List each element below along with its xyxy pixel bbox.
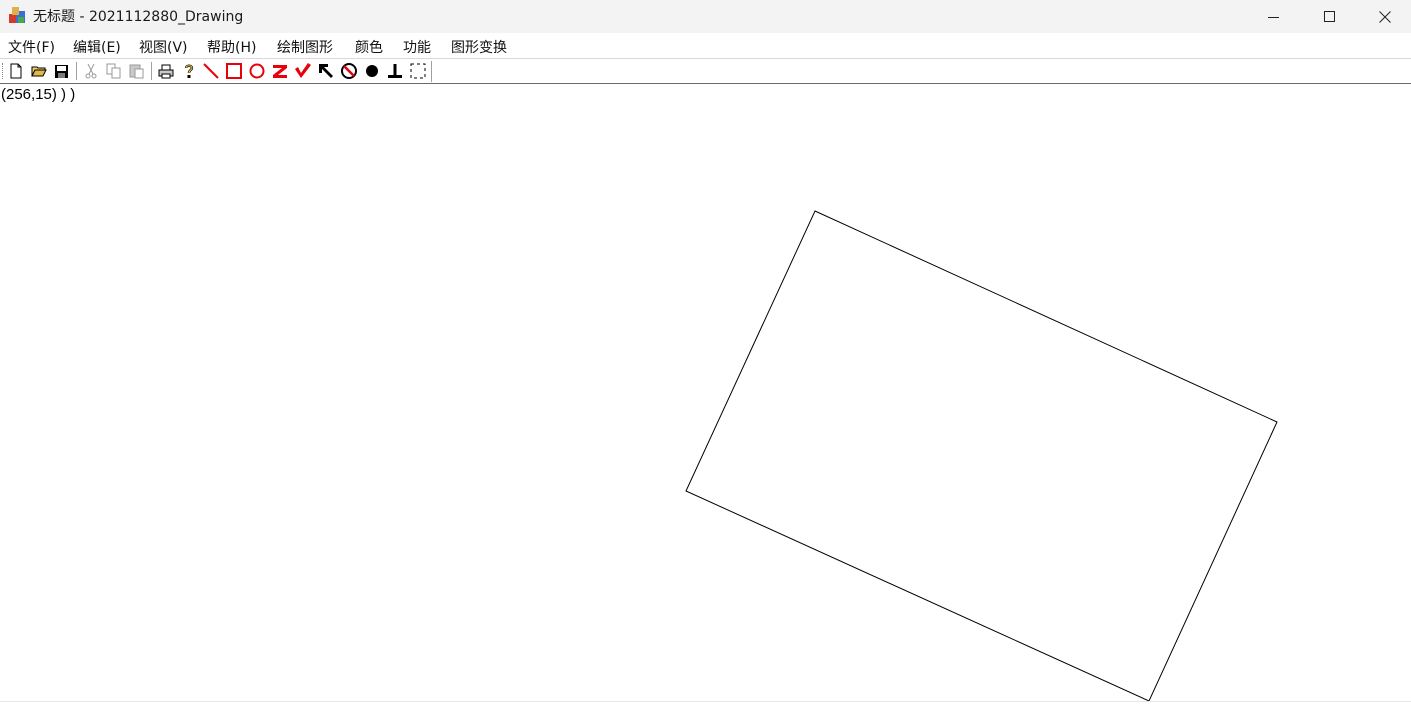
save-button[interactable] — [51, 61, 71, 81]
print-button[interactable] — [156, 61, 176, 81]
draw-rectangle-icon — [226, 63, 242, 79]
print-icon — [158, 64, 174, 78]
copy-button[interactable] — [104, 61, 124, 81]
toolbar-end — [431, 61, 432, 82]
help-button[interactable] — [179, 61, 199, 81]
rotated-rectangle-shape[interactable] — [685, 210, 1278, 702]
toolbar-separator — [76, 62, 77, 80]
draw-circle-icon — [249, 63, 265, 79]
new-file-icon — [10, 63, 22, 79]
draw-rectangle-button[interactable] — [224, 61, 244, 81]
menu-draw-shape[interactable]: 绘制图形 — [277, 37, 333, 57]
no-draw-icon — [341, 63, 357, 79]
help-icon — [184, 64, 194, 78]
save-icon — [54, 64, 68, 78]
draw-z-button[interactable] — [270, 61, 290, 81]
draw-line-button[interactable] — [201, 61, 221, 81]
menu-view[interactable]: 视图(V) — [139, 37, 188, 57]
minimize-button[interactable] — [1245, 0, 1303, 33]
menu-file[interactable]: 文件(F) — [8, 37, 55, 57]
perpendicular-button[interactable] — [385, 61, 405, 81]
drawing-canvas[interactable] — [0, 83, 1411, 703]
menu-color[interactable]: 颜色 — [355, 37, 383, 57]
draw-v-button[interactable] — [293, 61, 313, 81]
minimize-icon — [1268, 16, 1279, 18]
menu-edit[interactable]: 编辑(E) — [73, 37, 121, 57]
draw-z-icon — [273, 65, 287, 78]
window-title: 无标题 - 2021112880_Drawing — [33, 9, 244, 25]
coordinate-readout: (256,15) ) ) — [1, 86, 76, 103]
canvas-svg — [685, 210, 1278, 702]
toolbar-grip[interactable] — [2, 63, 5, 79]
cut-icon — [85, 63, 97, 79]
menu-bar: 文件(F) 编辑(E) 视图(V) 帮助(H) 绘制图形 颜色 功能 图形变换 — [0, 33, 1411, 58]
selection-button[interactable] — [408, 61, 428, 81]
cut-button[interactable] — [81, 61, 101, 81]
open-folder-icon — [31, 66, 47, 77]
draw-circle-button[interactable] — [247, 61, 267, 81]
draw-line-icon — [203, 63, 219, 79]
menu-function[interactable]: 功能 — [403, 37, 431, 57]
title-bar: 无标题 - 2021112880_Drawing — [0, 0, 1411, 33]
paste-button[interactable] — [127, 61, 147, 81]
maximize-button[interactable] — [1301, 0, 1359, 33]
filled-circle-button[interactable] — [362, 61, 382, 81]
menu-transform[interactable]: 图形变换 — [451, 37, 507, 57]
maximize-icon — [1324, 10, 1335, 22]
no-draw-button[interactable] — [339, 61, 359, 81]
app-icon — [9, 7, 25, 23]
close-icon — [1379, 10, 1391, 23]
draw-v-icon — [295, 63, 311, 78]
filled-circle-icon — [366, 65, 378, 77]
arrow-icon — [319, 64, 333, 78]
bottom-border — [0, 701, 1411, 702]
toolbar — [0, 58, 1411, 84]
menu-help[interactable]: 帮助(H) — [207, 37, 256, 57]
arrow-button[interactable] — [316, 61, 336, 81]
selection-icon — [410, 63, 426, 79]
paste-icon — [129, 64, 144, 79]
perpendicular-icon — [388, 64, 402, 78]
copy-icon — [106, 63, 121, 79]
open-button[interactable] — [29, 61, 49, 81]
close-button[interactable] — [1356, 0, 1411, 33]
toolbar-separator — [151, 62, 152, 80]
new-file-button[interactable] — [6, 61, 26, 81]
